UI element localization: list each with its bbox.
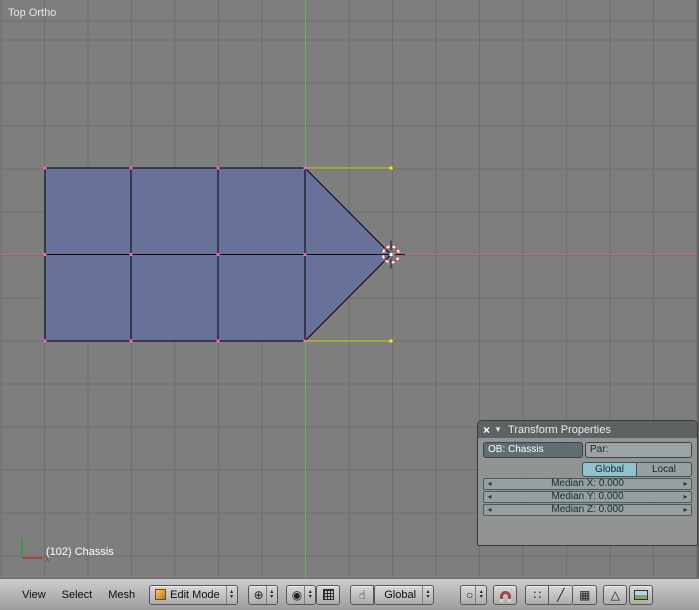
magnet-icon — [499, 591, 511, 602]
median-y-value: Median Y: 0.000 — [551, 491, 624, 502]
layers-grid-button[interactable] — [316, 584, 341, 605]
menu-view[interactable]: View — [14, 589, 54, 601]
edge-select-button[interactable]: ╱ — [549, 584, 574, 605]
decrement-arrow-icon[interactable]: ◂ — [484, 505, 495, 515]
panel-header[interactable]: × ▼ Transform Properties — [478, 421, 697, 438]
pivot-icon: ◉ — [291, 587, 303, 602]
viewport-header-bar: View Select Mesh Edit Mode ▴ ▾ ⊕ ▴ ▾ ◉ ▴ ▾ … — [0, 578, 699, 610]
orientation-label: Global — [384, 588, 417, 601]
draw-type-dropdown[interactable]: ⊕ ▴ ▾ — [247, 584, 278, 605]
vertex-select-icon: ∷ — [533, 587, 542, 602]
decrement-arrow-icon[interactable]: ◂ — [484, 479, 495, 489]
pivot-dropdown[interactable]: ◉ ▴ ▾ — [285, 584, 317, 605]
stepper-icon: ▴ ▾ — [475, 585, 486, 604]
cube-icon — [155, 589, 167, 600]
viewport-3d[interactable]: x Top Ortho (102) Chassis × ▼ Transform … — [0, 0, 699, 578]
hand-icon: ☝ — [358, 587, 366, 602]
proportional-edit-dropdown[interactable]: ○ ▴ ▾ — [460, 584, 488, 605]
collapse-arrow-icon[interactable]: ▼ — [494, 425, 502, 434]
stepper-icon: ▴ ▾ — [304, 585, 315, 604]
close-icon[interactable]: × — [483, 424, 490, 436]
manipulator-button[interactable]: ☝ — [350, 584, 375, 605]
decrement-arrow-icon[interactable]: ◂ — [484, 492, 495, 502]
render-preview-button[interactable] — [629, 584, 653, 605]
snap-button[interactable] — [493, 584, 518, 605]
menu-select[interactable]: Select — [54, 589, 101, 601]
object-info-label: (102) Chassis — [46, 546, 114, 558]
object-name-field[interactable]: OB: Chassis — [483, 442, 583, 458]
stepper-icon: ▴ ▾ — [265, 585, 277, 604]
increment-arrow-icon[interactable]: ▸ — [680, 492, 691, 502]
transform-properties-panel[interactable]: × ▼ Transform Properties OB: Chassis Par… — [477, 420, 698, 546]
active-vertex[interactable] — [389, 253, 393, 256]
global-button[interactable]: Global — [582, 462, 637, 477]
mode-label: Edit Mode — [170, 588, 220, 601]
globe-icon: ⊕ — [253, 587, 264, 602]
increment-arrow-icon[interactable]: ▸ — [680, 505, 691, 515]
parent-field[interactable]: Par: — [585, 442, 692, 458]
mode-dropdown[interactable]: Edit Mode ▴ ▾ — [149, 584, 238, 605]
render-image-icon — [634, 589, 648, 600]
triangle-icon: △ — [610, 587, 620, 602]
median-x-field[interactable]: ◂ Median X: 0.000 ▸ — [483, 478, 692, 490]
panel-title: Transform Properties — [507, 423, 611, 436]
panel-body: OB: Chassis Par: Global Local ◂ Median X… — [478, 438, 697, 516]
edge-select-icon: ╱ — [557, 587, 565, 602]
face-select-button[interactable]: ▦ — [573, 584, 598, 605]
face-select-icon: ▦ — [579, 587, 591, 602]
median-z-field[interactable]: ◂ Median Z: 0.000 ▸ — [483, 504, 692, 516]
median-z-value: Median Z: 0.000 — [551, 504, 624, 515]
view-mode-label: Top Ortho — [8, 7, 57, 19]
increment-arrow-icon[interactable]: ▸ — [680, 479, 691, 489]
local-button[interactable]: Local — [637, 462, 692, 477]
median-x-value: Median X: 0.000 — [551, 478, 624, 489]
grid-icon — [322, 589, 334, 600]
stepper-icon: ▴ ▾ — [225, 585, 237, 604]
orientation-dropdown[interactable]: Global ▴ ▾ — [374, 584, 435, 605]
stepper-icon: ▴ ▾ — [422, 585, 433, 604]
circle-icon: ○ — [466, 587, 474, 602]
triangle-icon-button[interactable]: △ — [603, 584, 628, 605]
mesh-chassis[interactable] — [43, 166, 393, 343]
menu-mesh[interactable]: Mesh — [100, 589, 143, 601]
vertex-select-button[interactable]: ∷ — [525, 584, 550, 605]
blender-window: x Top Ortho (102) Chassis × ▼ Transform … — [0, 0, 699, 610]
median-y-field[interactable]: ◂ Median Y: 0.000 ▸ — [483, 491, 692, 503]
